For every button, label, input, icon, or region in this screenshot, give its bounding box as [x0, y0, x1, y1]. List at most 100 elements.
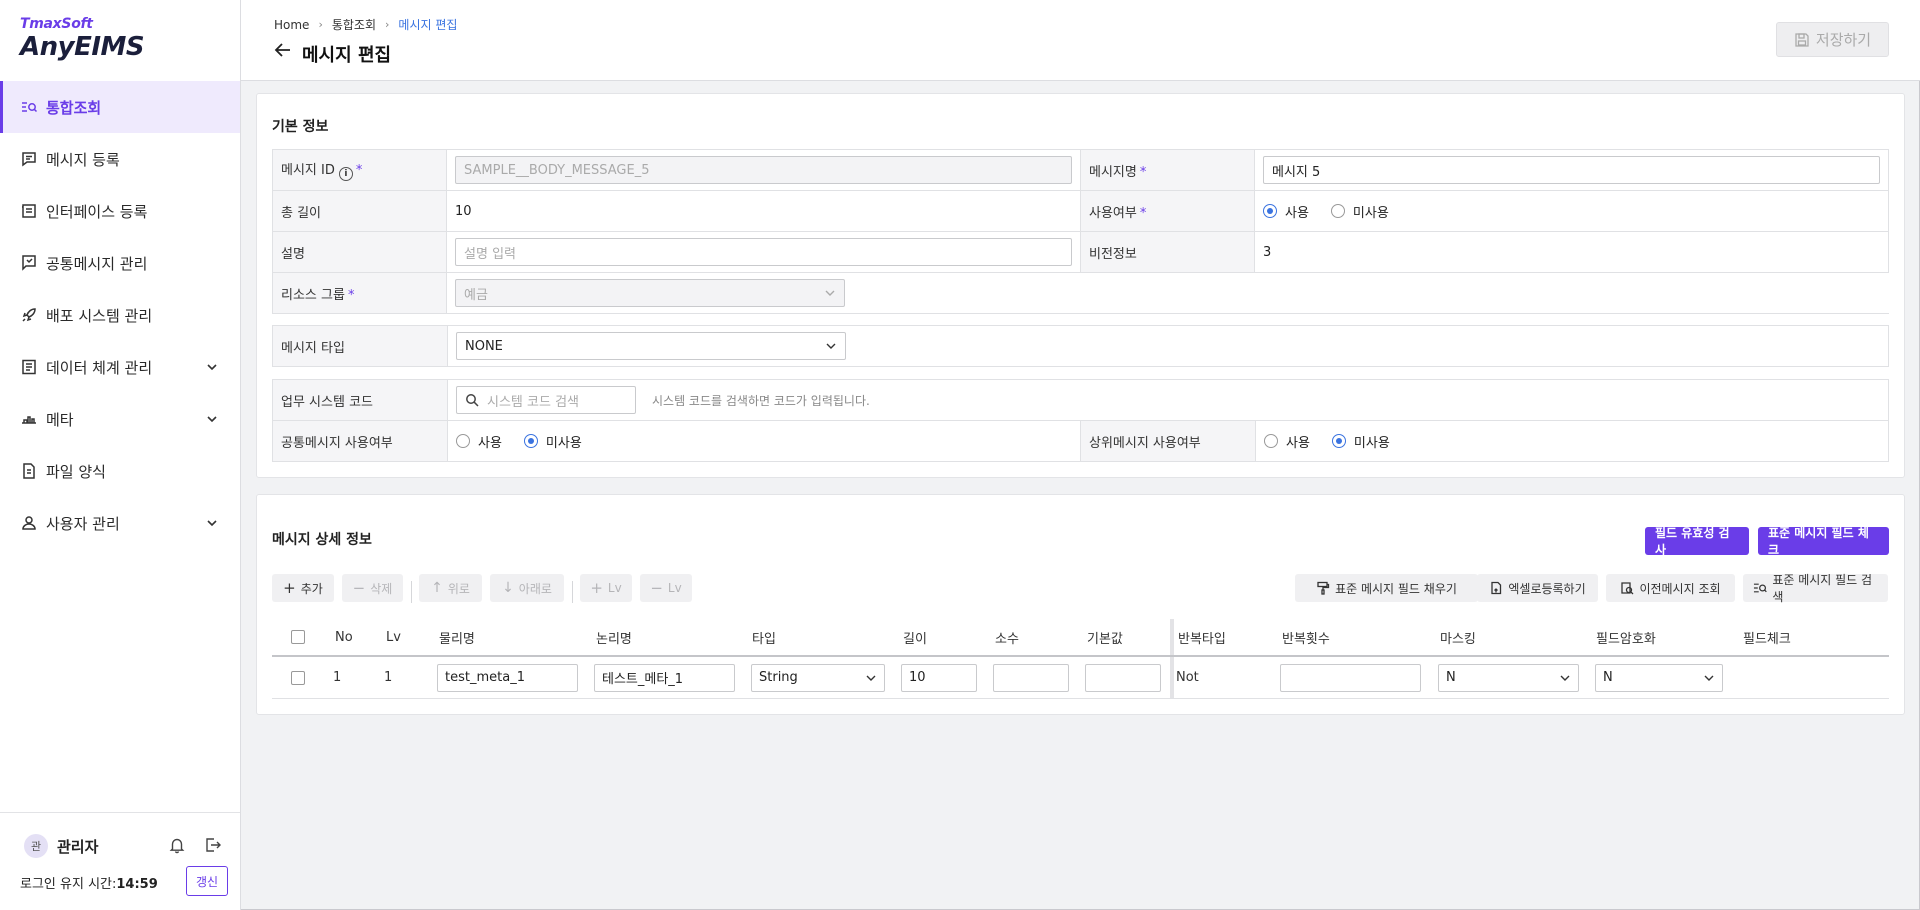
session-time: 14:59	[116, 877, 158, 892]
col-length[interactable]: 길이	[903, 619, 927, 655]
decimal-input[interactable]	[993, 663, 1069, 692]
toolbar-divider	[411, 581, 412, 603]
col-repeat-count[interactable]: 반복횟수	[1282, 619, 1330, 655]
col-masking[interactable]: 마스킹	[1440, 619, 1476, 655]
excel-upload-icon	[1491, 581, 1502, 595]
excel-register-button[interactable]: 엑셀로등록하기	[1477, 574, 1598, 602]
parent-usage-radio-use[interactable]: 사용	[1264, 432, 1310, 451]
col-encryption[interactable]: 필드암호화	[1596, 619, 1656, 655]
move-down-button[interactable]: ↓ 아래로	[490, 574, 564, 602]
col-repeat-type[interactable]: 반복타입	[1178, 619, 1226, 655]
default-value-input[interactable]	[1085, 663, 1161, 692]
radio-label: 미사용	[1353, 435, 1390, 451]
col-physical-name[interactable]: 물리명	[439, 619, 475, 655]
parent-usage-label: 상위메시지 사용여부	[1080, 420, 1256, 462]
bell-icon[interactable]	[168, 836, 186, 854]
radio-label: 사용	[1285, 205, 1309, 221]
session-label: 로그인 유지 시간:	[20, 877, 117, 892]
message-type-cell: NONE	[447, 325, 1889, 367]
system-code-search-input[interactable]: 시스템 코드 검색	[456, 386, 636, 414]
message-name-label: 메시지명 *	[1080, 149, 1255, 191]
col-logical-name[interactable]: 논리명	[596, 619, 632, 655]
button-label: 삭제	[370, 581, 393, 596]
session-timer: 로그인 유지 시간:14:59	[20, 873, 158, 892]
page-title: 메시지 편집	[302, 45, 392, 66]
info-icon[interactable]: i	[338, 167, 353, 181]
description-input[interactable]: 설명 입력	[455, 238, 1073, 266]
back-arrow-icon[interactable]	[273, 40, 293, 60]
col-type[interactable]: 타입	[752, 619, 776, 655]
add-row-button[interactable]: + 추가	[272, 574, 334, 602]
session-refresh-button[interactable]: 갱신	[186, 866, 228, 896]
chevron-down-icon	[866, 675, 876, 681]
radio-label: 미사용	[545, 435, 582, 451]
chevron-down-icon	[1560, 675, 1570, 681]
save-button[interactable]: 저장하기	[1776, 22, 1889, 57]
page-header: Home › 통합조회 › 메시지 편집 메시지 편집 저장하기	[241, 0, 1920, 81]
masking-select[interactable]: N	[1438, 663, 1579, 692]
move-up-button[interactable]: ↑ 위로	[419, 574, 482, 602]
col-default[interactable]: 기본값	[1087, 619, 1123, 655]
system-code-wrap: 시스템 코드 검색 시스템 코드를 검색하면 코드가 입력됩니다.	[456, 386, 1880, 414]
common-usage-radio-use[interactable]: 사용	[456, 432, 502, 451]
cell-lv: 1	[384, 670, 393, 685]
sidebar-item-interface-register[interactable]: 인터페이스 등록	[0, 185, 240, 237]
system-code-hint: 시스템 코드를 검색하면 코드가 입력됩니다.	[652, 393, 870, 408]
sidebar-item-label: 사용자 관리	[46, 514, 120, 533]
chevron-right-icon: ›	[318, 18, 323, 31]
common-usage-cell: 사용 미사용	[447, 420, 1081, 462]
row-checkbox[interactable]	[291, 670, 305, 685]
breadcrumb-integrated-search[interactable]: 통합조회	[332, 16, 376, 33]
common-usage-radio-unused[interactable]: 미사용	[523, 432, 582, 451]
repeat-count-input[interactable]	[1280, 663, 1421, 692]
description-cell: 설명 입력	[446, 231, 1082, 273]
delete-row-button[interactable]: − 삭제	[342, 574, 403, 602]
history-icon	[1621, 582, 1634, 595]
sidebar-item-data-system[interactable]: 데이터 체계 관리	[0, 341, 240, 393]
message-type-select[interactable]: NONE	[456, 332, 846, 360]
search-standard-field-button[interactable]: 표준 메시지 필드 검색	[1743, 573, 1888, 604]
level-up-button[interactable]: + Lv	[580, 574, 632, 602]
select-all-checkbox[interactable]	[291, 630, 305, 644]
search-list-icon	[20, 98, 38, 116]
previous-message-button[interactable]: 이전메시지 조회	[1606, 574, 1735, 602]
fill-standard-field-button[interactable]: 표준 메시지 필드 채우기	[1295, 574, 1478, 602]
breadcrumb-home[interactable]: Home	[274, 18, 309, 32]
rocket-icon	[20, 306, 38, 324]
sidebar-item-deploy-system[interactable]: 배포 시스템 관리	[0, 289, 240, 341]
toolbar-divider	[572, 581, 573, 603]
logical-name-input[interactable]: 테스트_메타_1	[594, 663, 735, 692]
length-input[interactable]: 10	[901, 663, 977, 692]
usage-radio-unused[interactable]: 미사용	[1330, 202, 1389, 221]
physical-name-input[interactable]: test_meta_1	[437, 663, 578, 692]
col-field-check[interactable]: 필드체크	[1743, 619, 1791, 655]
save-icon	[1795, 32, 1809, 47]
standard-field-check-button[interactable]: 표준 메시지 필드 체크	[1758, 526, 1889, 557]
usage-label-text: 사용여부	[1089, 205, 1137, 221]
message-name-input[interactable]: 메시지 5	[1263, 156, 1880, 184]
table-row[interactable]: 1 1 test_meta_1 테스트_메타_1 String 10 Not N…	[272, 657, 1889, 699]
basic-info-form: 메시지 ID i * SAMPLE__BODY_MESSAGE_5 메시지명 * 메시…	[271, 149, 1889, 314]
field-validation-button[interactable]: 필드 유효성 검사	[1645, 526, 1749, 557]
col-no[interactable]: No	[335, 619, 353, 655]
usage-radio-use[interactable]: 사용	[1263, 202, 1309, 221]
encryption-select[interactable]: N	[1595, 663, 1723, 692]
col-lv[interactable]: Lv	[386, 619, 401, 655]
message-id-input[interactable]: SAMPLE__BODY_MESSAGE_5	[455, 156, 1073, 184]
logout-icon[interactable]	[204, 836, 222, 854]
col-decimal[interactable]: 소수	[995, 619, 1019, 655]
sidebar-item-user-management[interactable]: 사용자 관리	[0, 497, 240, 549]
button-label: 표준 메시지 필드 검색	[1772, 573, 1873, 604]
message-detail-title: 메시지 상세 정보	[272, 532, 372, 548]
sidebar-item-common-message[interactable]: 공통메시지 관리	[0, 237, 240, 289]
logo[interactable]: TmaxSoft AnyEIMS	[20, 16, 145, 62]
type-select[interactable]: String	[751, 663, 885, 692]
sidebar-item-meta[interactable]: 메타	[0, 393, 240, 445]
sidebar-item-integrated-search[interactable]: 통합조회	[0, 81, 240, 133]
sidebar-item-file-template[interactable]: 파일 양식	[0, 445, 240, 497]
resource-group-select[interactable]: 예금	[455, 279, 846, 307]
sidebar-item-message-register[interactable]: 메시지 등록	[0, 133, 240, 185]
parent-usage-radio-unused[interactable]: 미사용	[1331, 432, 1390, 451]
level-down-button[interactable]: − Lv	[640, 574, 692, 602]
sidebar-item-label: 메타	[46, 410, 74, 429]
